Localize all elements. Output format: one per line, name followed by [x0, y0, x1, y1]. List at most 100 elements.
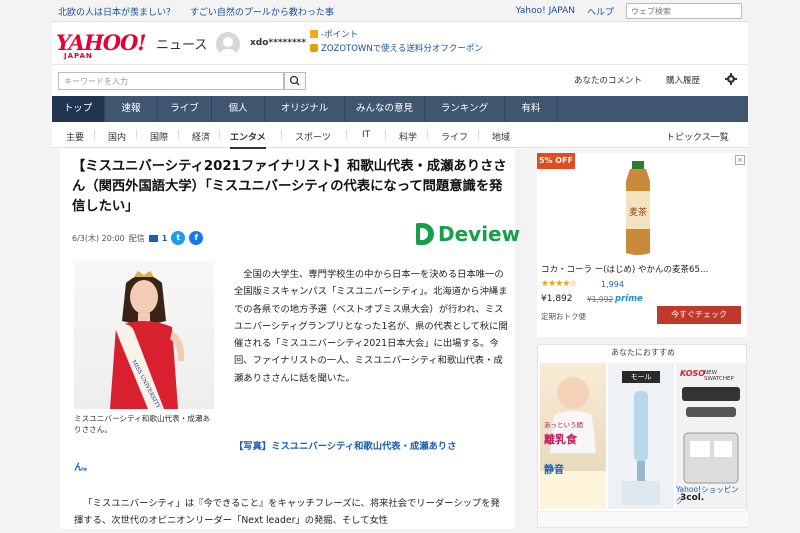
topbar-links: 北欧の人は日本が羨ましい？ すごい自然のプールから教わった事 [58, 5, 346, 18]
photo-caption: ミスユニバーシティ和歌山代表・成瀬ありささん。 [74, 414, 211, 434]
sub-nav-domestic[interactable]: 国内 [108, 130, 126, 143]
koso-brand: KOSO [680, 369, 706, 378]
topbar-link-1[interactable]: 北欧の人は日本が羨ましい？ [58, 8, 175, 18]
site-header: YAHOO! JAPAN ニュース xdo******** -ポイント ZOZO… [52, 22, 748, 64]
sub-nav-entertainment[interactable]: エンタメ [230, 130, 266, 149]
recommended-ad: あなたにおすすめ あっという間 離乳食 静音 モール KOSO NEW SWAT… [537, 344, 748, 528]
search-row: キーワードを入力 あなたのコメント 購入履歴 [52, 64, 748, 96]
recommended-heading: あなたにおすすめ [611, 348, 675, 357]
global-topbar: 北欧の人は日本が羨ましい？ すごい自然のプールから教わった事 Yahoo! JA… [52, 0, 748, 22]
bottle-label: 麦茶 [629, 206, 647, 218]
source-logo[interactable]: Deview [416, 222, 520, 246]
sub-nav-life[interactable]: ライフ [441, 130, 468, 143]
yahoo-japan-link[interactable]: Yahoo! JAPAN [516, 6, 575, 16]
gear-icon[interactable] [725, 73, 737, 85]
help-link[interactable]: ヘルプ [587, 5, 614, 18]
main-nav-original[interactable]: オリジナル [265, 96, 345, 122]
ad-image-tools[interactable]: KOSO NEW SWATCHEP 3col. Yahoo!ショッピング [676, 363, 746, 509]
subscribe-save-label: 定期おトク便 [541, 312, 586, 321]
twitter-share-icon[interactable]: t [171, 231, 186, 245]
keyword-input[interactable]: キーワードを入力 [58, 72, 284, 90]
contestant-illustration: MISS UNIVERSITY WAKAYAMA [110, 271, 185, 409]
your-comments-link[interactable]: あなたのコメント [574, 74, 642, 86]
zozo-label: ZOZOTOWNで使える送料分オフクーポン [321, 44, 483, 54]
koso-subtitle: NEW SWATCHEP [704, 370, 734, 382]
sub-nav-divider: | [218, 130, 222, 140]
web-search-input[interactable] [626, 3, 742, 19]
purchase-history-link[interactable]: 購入履歴 [666, 74, 700, 86]
article: 【ミスユニバーシティ2021ファイナリスト】和歌山代表・成瀬ありささん（関西外国… [60, 149, 520, 529]
comment-count[interactable]: 1 [162, 234, 168, 243]
main-nav-live[interactable]: ライブ [158, 96, 212, 122]
sub-nav-divider: | [135, 130, 139, 140]
ad-image-blender[interactable]: モール [608, 363, 674, 509]
article-body: 全国の大学生、専門学校生の中から日本一を決める日本唯一の全国版ミスキャンパス「ミ… [234, 266, 508, 387]
article-title: 【ミスユニバーシティ2021ファイナリスト】和歌山代表・成瀬ありささん（関西外国… [72, 159, 507, 214]
service-name[interactable]: ニュース [156, 34, 207, 53]
username[interactable]: xdo******** [250, 38, 306, 48]
source-name: Deview [438, 222, 521, 246]
rating-stars: ★★★★☆ [541, 279, 577, 289]
article-photo[interactable]: MISS UNIVERSITY WAKAYAMA [74, 261, 214, 409]
sub-nav-science[interactable]: 科学 [399, 130, 417, 143]
browser-page: 北欧の人は日本が羨ましい？ すごい自然のプールから教わった事 Yahoo! JA… [0, 0, 800, 533]
main-nav-breaking[interactable]: 速報 [105, 96, 158, 122]
search-icon [289, 75, 300, 86]
sub-nav-it[interactable]: IT [362, 130, 370, 140]
page-body: YAHOO! JAPAN ニュース xdo******** -ポイント ZOZO… [52, 22, 748, 533]
sub-nav-divider: | [477, 130, 481, 140]
sub-nav-economy[interactable]: 経済 [192, 130, 210, 143]
main-nav-top[interactable]: トップ [52, 96, 105, 122]
main-nav-paid[interactable]: 有料 [505, 96, 558, 122]
sub-nav-sports[interactable]: スポーツ [295, 130, 331, 143]
check-now-button[interactable]: 今すぐチェック [657, 306, 741, 324]
ad-footer [538, 511, 748, 527]
sub-nav-divider: | [426, 130, 430, 140]
points-row[interactable]: -ポイント [310, 28, 483, 42]
article-paragraph: 全国の大学生、専門学校生の中から日本一を決める日本唯一の全国版ミスキャンパス「ミ… [234, 269, 508, 384]
quiet-label: 静音 [544, 465, 564, 476]
avatar[interactable] [216, 32, 240, 56]
baby-food-label: 離乳食 [544, 433, 577, 446]
sub-nav-divider: | [177, 130, 181, 140]
product-price: ¥1,892 [541, 294, 573, 304]
sub-nav-divider: | [280, 130, 284, 140]
ad-close-icon[interactable]: × [735, 155, 745, 165]
discount-badge: 5% OFF [537, 153, 575, 169]
sub-nav-divider: | [93, 130, 97, 140]
topbar-right: Yahoo! JAPAN ヘルプ [516, 3, 742, 19]
sub-nav-region[interactable]: 地域 [492, 130, 510, 143]
facebook-share-icon[interactable]: f [189, 231, 204, 245]
rating-count[interactable]: 1,994 [601, 280, 624, 289]
topics-list-link[interactable]: トピックス一覧 [666, 130, 729, 143]
yahoo-logo-sub: JAPAN [64, 52, 93, 60]
sub-nav-divider: | [384, 130, 388, 140]
sub-nav: 主要 | 国内 | 国際 | 経済 | エンタメ | スポーツ | IT | 科… [52, 122, 748, 149]
sub-nav-international[interactable]: 国際 [150, 130, 168, 143]
topbar-link-2[interactable]: すごい自然のプールから教わった事 [190, 8, 334, 18]
deview-mark-icon [416, 223, 434, 245]
product-name[interactable]: コカ・コーラ ー(はじめ) やかんの麦茶65… [541, 263, 708, 275]
ad-image-baby-food[interactable]: あっという間 離乳食 静音 [540, 363, 606, 509]
main-nav-individual[interactable]: 個人 [212, 96, 265, 122]
sub-nav-main[interactable]: 主要 [66, 130, 84, 143]
points-icon [310, 30, 318, 38]
main-nav-ranking[interactable]: ランキング [425, 96, 505, 122]
article-date: 6/3(木) 20:00 [72, 233, 125, 243]
main-nav-opinions[interactable]: みんなの意見 [345, 96, 425, 122]
article-meta: 6/3(木) 20:00 配信 1 t f [72, 231, 204, 245]
old-price: ¥1,992 [587, 295, 614, 304]
main-nav: トップ 速報 ライブ 個人 オリジナル みんなの意見 ランキング 有料 [52, 96, 748, 122]
article-paragraph: 「ミスユニバーシティ」は『今できること』をキャッチフレーズに、将来社会でリーダー… [74, 498, 500, 526]
photo-link-continued[interactable]: ん。 [74, 459, 93, 473]
prime-badge: prime [615, 294, 643, 304]
promo-area: -ポイント ZOZOTOWNで使える送料分オフクーポン [310, 28, 483, 56]
yahoo-shopping-link[interactable]: Yahoo!ショッピング [676, 484, 742, 506]
article-distributed: 配信 [128, 233, 145, 243]
photo-link[interactable]: 【写真】ミスユニバーシティ和歌山代表・成瀬ありさ [234, 439, 456, 455]
coupon-icon [310, 44, 318, 52]
zozo-row[interactable]: ZOZOTOWNで使える送料分オフクーポン [310, 42, 483, 56]
search-button[interactable] [284, 72, 306, 90]
comment-icon[interactable] [148, 234, 158, 242]
product-ad[interactable]: 5% OFF × 麦茶 コカ・コーラ ー(はじめ) やかんの麦茶65… ★★★★… [537, 153, 747, 337]
